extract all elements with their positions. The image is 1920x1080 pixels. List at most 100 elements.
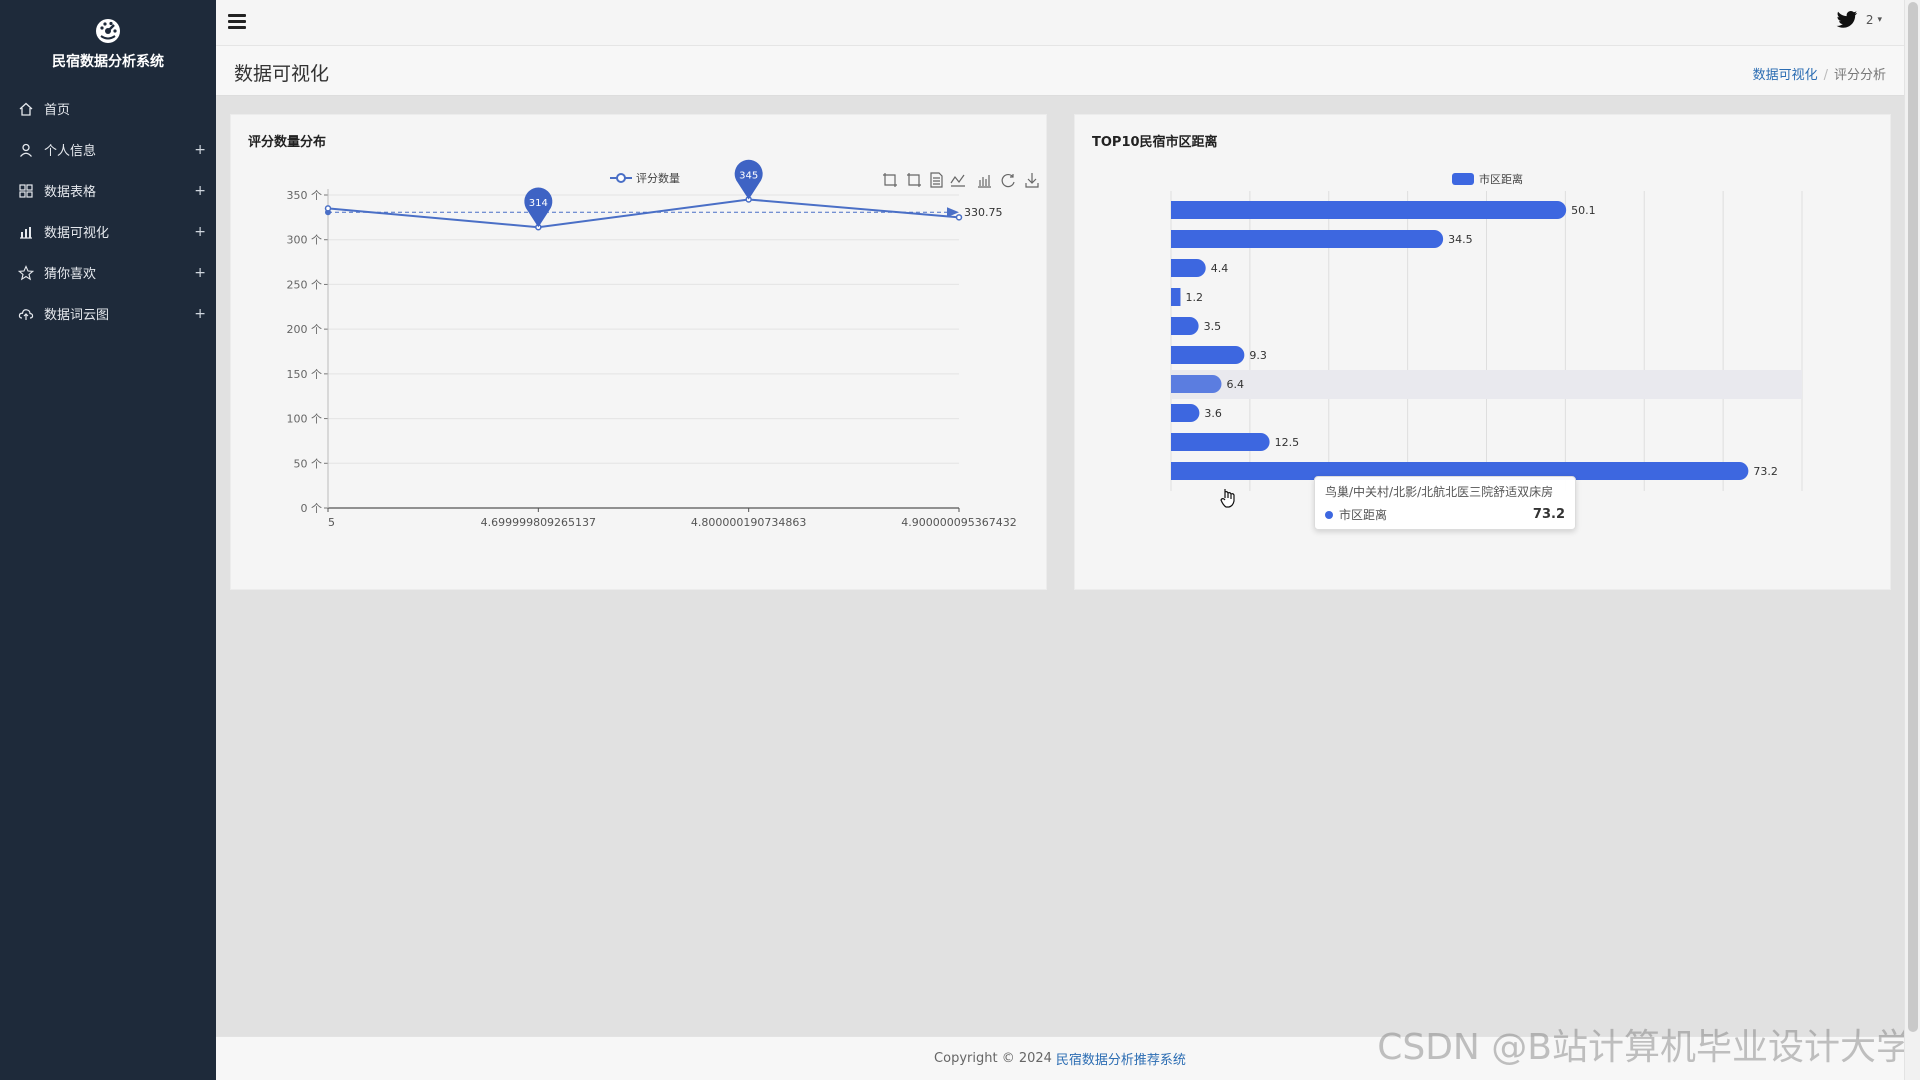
page-header: 数据可视化 数据可视化 / 评分分析 bbox=[216, 46, 1904, 96]
markline-label: 330.75 bbox=[964, 206, 1003, 219]
y-tick-label: 350 个 bbox=[287, 189, 323, 202]
bar-value-label: 6.4 bbox=[1226, 378, 1244, 391]
sidebar-item-label: 猜你喜欢 bbox=[44, 267, 97, 282]
expand-plus-icon[interactable]: + bbox=[194, 142, 206, 158]
tooltip-series-name: 市区距离 bbox=[1339, 508, 1388, 522]
bar-value-label: 9.3 bbox=[1249, 349, 1267, 362]
tooltip-title: 鸟巢/中关村/北影/北航北医三院舒适双床房 bbox=[1325, 485, 1554, 499]
bar-left-square bbox=[1171, 259, 1181, 277]
zoom-icon bbox=[883, 173, 897, 187]
footer-link[interactable]: 民宿数据分析推荐系统 bbox=[1056, 1049, 1186, 1068]
bar-left-square bbox=[1171, 288, 1181, 306]
cursor-shape bbox=[1220, 489, 1235, 508]
bar-value-label: 73.2 bbox=[1753, 465, 1778, 478]
rating-count-card: 评分数量分布 评分数量 0 个 50 个 100 个 150 个 200 个 250 个 30… bbox=[230, 114, 1047, 590]
caret-down-icon: ▾ bbox=[1877, 15, 1882, 25]
download-icon bbox=[1025, 173, 1039, 188]
restore-icon bbox=[1001, 173, 1015, 188]
bar-value-label: 1.2 bbox=[1185, 291, 1203, 304]
sidebar-item-profile[interactable]: 个人信息 + bbox=[0, 129, 216, 170]
bar-left-square bbox=[1171, 433, 1181, 451]
bar-switch-icon bbox=[978, 175, 991, 188]
page-scrollbar[interactable] bbox=[1904, 0, 1920, 1080]
bar-left-square bbox=[1171, 462, 1181, 480]
expand-plus-icon[interactable]: + bbox=[194, 224, 206, 240]
y-tick-label: 200 个 bbox=[287, 323, 323, 336]
bar-left-square bbox=[1171, 404, 1181, 422]
sidebar-item-label: 首页 bbox=[44, 103, 71, 118]
bar-left-square bbox=[1171, 317, 1181, 335]
bar-value-label: 3.6 bbox=[1204, 407, 1222, 420]
bar-left-square bbox=[1171, 230, 1181, 248]
footer-copyright: Copyright © 2024 bbox=[934, 1051, 1052, 1066]
rating-count-line-chart: 评分数量 0 个 50 个 100 个 150 个 200 个 250 个 300 个 350 … bbox=[287, 159, 1039, 529]
chart-tooltip: 鸟巢/中关村/北影/北航北医三院舒适双床房 市区距离 73.2 bbox=[1314, 476, 1576, 530]
sidebar-item-visualization[interactable]: 数据可视化 + bbox=[0, 211, 216, 252]
bar-left-square bbox=[1171, 346, 1181, 364]
sidebar-item-data-table[interactable]: 数据表格 + bbox=[0, 170, 216, 211]
menu-toggle-icon[interactable] bbox=[228, 14, 246, 30]
dashboard-gauge-icon bbox=[96, 19, 120, 43]
sidebar-item-wordcloud[interactable]: 数据词云图 + bbox=[0, 293, 216, 334]
cloud-icon bbox=[18, 308, 34, 320]
x-tick-label: 4.800000190734863 bbox=[691, 516, 806, 529]
bar-left-square bbox=[1171, 375, 1181, 393]
expand-plus-icon[interactable]: + bbox=[194, 265, 206, 281]
bar bbox=[1171, 346, 1245, 364]
breadcrumb-current: 评分分析 bbox=[1833, 68, 1886, 83]
icon-path bbox=[930, 172, 943, 188]
zoom-reset-icon bbox=[907, 173, 921, 187]
sidebar-item-recommend[interactable]: 猜你喜欢 + bbox=[0, 252, 216, 293]
top-navbar: 2 ▾ bbox=[216, 0, 1904, 46]
chart-toolbox bbox=[883, 172, 1039, 188]
expand-plus-icon[interactable]: + bbox=[194, 183, 206, 199]
bar-value-label: 12.5 bbox=[1275, 436, 1300, 449]
bar-value-label: 50.1 bbox=[1571, 204, 1596, 217]
sidebar-item-label: 个人信息 bbox=[44, 144, 97, 159]
watermark: CSDN @B站计算机毕业设计大学 bbox=[1377, 1027, 1912, 1068]
line-switch-icon bbox=[950, 174, 965, 187]
legend: 评分数量 bbox=[610, 172, 680, 185]
y-tick-label: 0 个 bbox=[301, 502, 323, 515]
data-view-icon bbox=[930, 172, 943, 188]
legend-swatch bbox=[1452, 173, 1474, 185]
sidebar-item-label: 数据可视化 bbox=[44, 226, 110, 241]
grid-icon bbox=[19, 183, 33, 198]
legend-label: 评分数量 bbox=[636, 172, 680, 185]
bar-value-label: 3.5 bbox=[1204, 320, 1222, 333]
y-tick-label: 300 个 bbox=[287, 234, 323, 247]
icon-path bbox=[907, 173, 921, 187]
x-tick-label: 5 bbox=[328, 516, 335, 529]
icon-path bbox=[1001, 173, 1015, 188]
bar-value-label: 34.5 bbox=[1448, 233, 1473, 246]
markpoint-pin: 345 bbox=[734, 159, 763, 200]
tooltip-value: 73.2 bbox=[1532, 507, 1565, 522]
data-point bbox=[955, 214, 963, 221]
y-tick-label: 150 个 bbox=[287, 368, 323, 381]
twitter-bird-icon bbox=[1836, 11, 1857, 28]
bar-left-square bbox=[1171, 201, 1181, 219]
brand: 民宿数据分析系统 bbox=[0, 0, 216, 88]
hover-band bbox=[1171, 370, 1802, 399]
bar bbox=[1171, 433, 1270, 451]
sidebar-item-label: 数据词云图 bbox=[44, 308, 110, 323]
y-tick-label: 250 个 bbox=[287, 278, 323, 291]
page-title: 数据可视化 bbox=[234, 63, 330, 85]
y-tick-label: 50 个 bbox=[294, 457, 323, 470]
pin-label: 314 bbox=[529, 198, 548, 209]
x-tick-label: 4.699999809265137 bbox=[481, 516, 596, 529]
user-menu[interactable]: 2 ▾ bbox=[1836, 10, 1882, 30]
expand-plus-icon[interactable]: + bbox=[194, 306, 206, 322]
hand-cursor-icon bbox=[1220, 489, 1235, 508]
breadcrumb-link[interactable]: 数据可视化 bbox=[1753, 68, 1818, 83]
data-point bbox=[324, 205, 332, 212]
icon-path bbox=[883, 173, 897, 187]
bar-value-label: 4.4 bbox=[1211, 262, 1229, 275]
legend-label: 市区距离 bbox=[1479, 172, 1523, 186]
x-tick-label: 4.900000095367432 bbox=[901, 516, 1016, 529]
scrollbar-thumb[interactable] bbox=[1908, 2, 1918, 1032]
sidebar-item-home[interactable]: 首页 bbox=[0, 88, 216, 129]
markpoint-pin: 314 bbox=[524, 187, 553, 228]
bar bbox=[1171, 230, 1444, 248]
pin-label: 345 bbox=[739, 170, 758, 181]
